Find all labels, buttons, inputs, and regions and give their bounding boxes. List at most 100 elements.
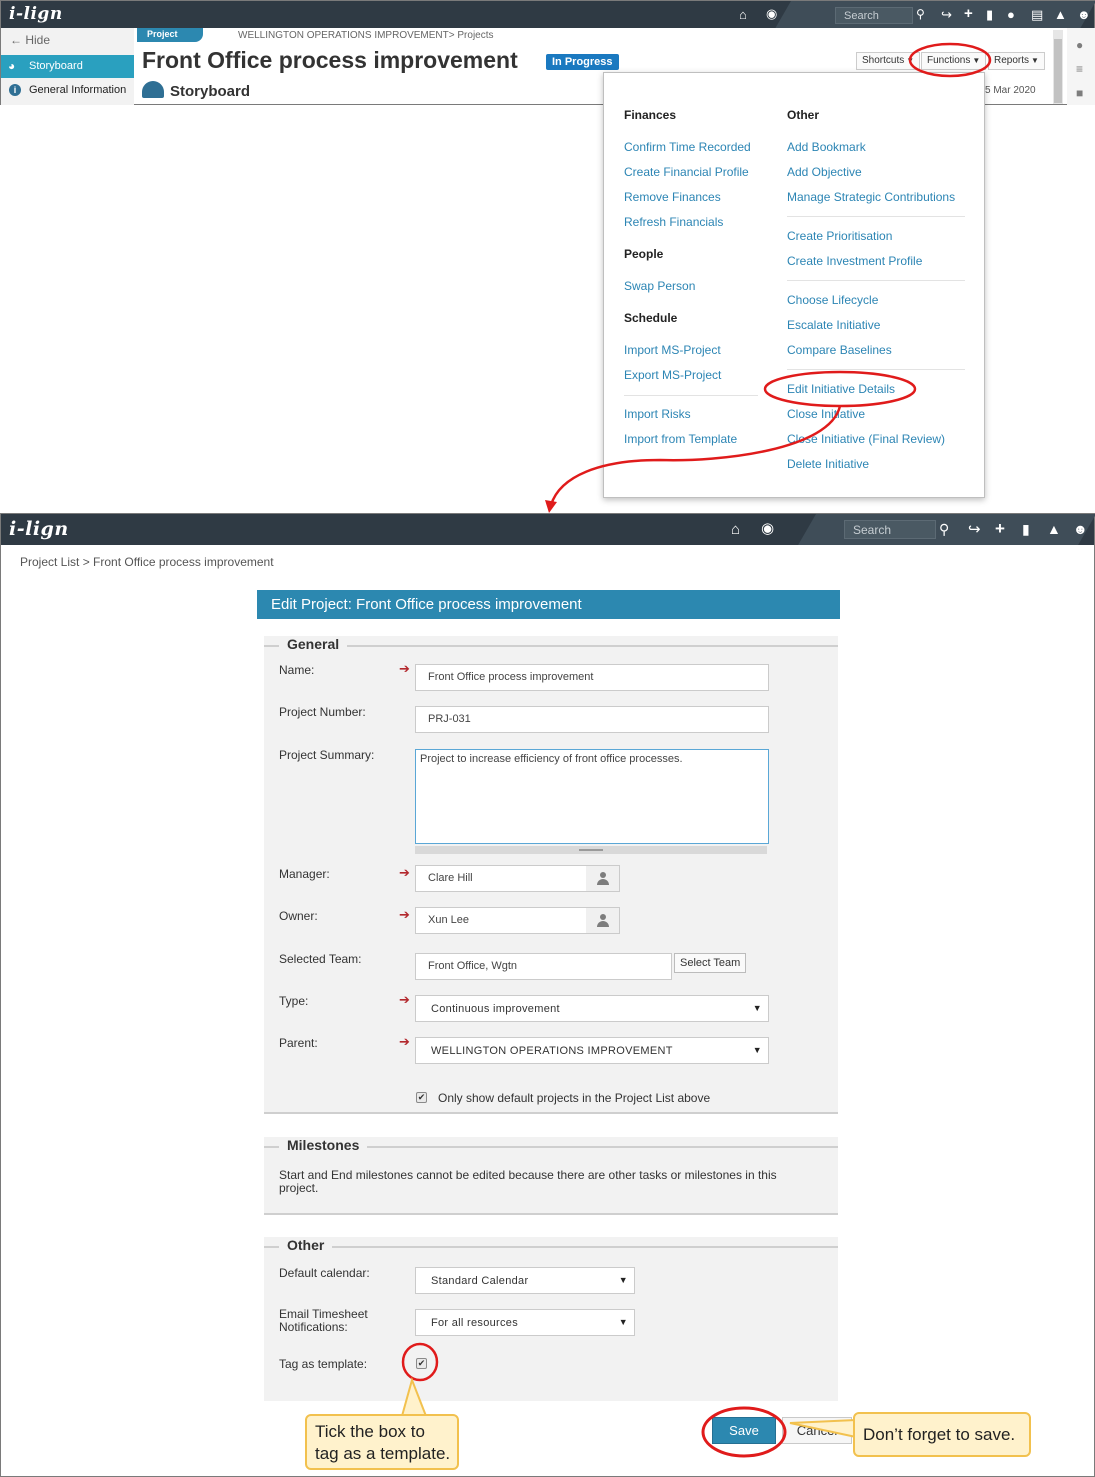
- menu-item-confirm-time-recorded[interactable]: Confirm Time Recorded: [624, 140, 751, 154]
- globe-icon[interactable]: ◉: [761, 521, 774, 536]
- save-button[interactable]: Save: [712, 1417, 776, 1444]
- textarea-resize-handle[interactable]: [415, 846, 767, 854]
- tag-as-template-label: Tag as template:: [279, 1357, 368, 1371]
- scrollbar-thumb[interactable]: [1054, 39, 1062, 103]
- globe-icon[interactable]: ◉: [766, 7, 777, 20]
- default-projects-checkbox[interactable]: ✔: [416, 1092, 427, 1103]
- page-title: Front Office process improvement: [142, 47, 518, 73]
- manager-picker-button[interactable]: [586, 865, 620, 892]
- bell-icon[interactable]: ▲: [1047, 522, 1061, 536]
- select-team-button[interactable]: Select Team: [674, 953, 747, 973]
- sidebar-item-storyboard[interactable]: ◕ Storyboard: [1, 55, 134, 78]
- shortcuts-button[interactable]: Shortcuts ▼: [856, 52, 921, 70]
- add-icon[interactable]: +: [964, 6, 973, 21]
- hide-sidebar-link[interactable]: ← Hide: [10, 33, 50, 47]
- tag-as-template-checkbox[interactable]: ✔: [416, 1358, 427, 1369]
- menu-item-close-initiative-final-review[interactable]: Close Initiative (Final Review): [787, 432, 945, 446]
- bookmark-icon[interactable]: ▮: [1022, 522, 1030, 536]
- owner-picker-button[interactable]: [586, 907, 620, 934]
- menu-divider: [787, 369, 965, 370]
- comment-icon[interactable]: ●: [1076, 38, 1083, 52]
- menu-item-import-ms-project[interactable]: Import MS-Project: [624, 343, 721, 357]
- menu-item-refresh-financials[interactable]: Refresh Financials: [624, 215, 723, 229]
- type-select[interactable]: Continuous improvement ▼: [415, 995, 769, 1022]
- info-icon: i: [9, 84, 21, 96]
- project-number-label: Project Number:: [279, 705, 366, 719]
- default-projects-label: Only show default projects in the Projec…: [438, 1091, 711, 1105]
- flow-arrowhead: [545, 500, 557, 513]
- user-icon[interactable]: ☻: [1073, 522, 1088, 536]
- menu-item-swap-person[interactable]: Swap Person: [624, 279, 695, 293]
- section-general: General Name: ➔ Front Office process imp…: [264, 636, 838, 1114]
- search-icon[interactable]: ⚲: [916, 8, 925, 20]
- default-calendar-select[interactable]: Standard Calendar ▼: [415, 1267, 635, 1294]
- document-icon[interactable]: ▤: [1031, 8, 1043, 21]
- required-arrow-icon: ➔: [399, 992, 410, 1007]
- dashboard-icon: ◕: [8, 59, 16, 73]
- menu-item-create-financial-profile[interactable]: Create Financial Profile: [624, 165, 749, 179]
- menu-item-escalate-initiative[interactable]: Escalate Initiative: [787, 318, 880, 332]
- home-icon[interactable]: ⌂: [731, 522, 740, 537]
- menu-divider: [624, 395, 758, 396]
- manager-field[interactable]: Clare Hill: [415, 865, 587, 892]
- menu-item-edit-initiative-details[interactable]: Edit Initiative Details: [787, 382, 895, 396]
- section-title-general: General: [279, 636, 348, 652]
- menu-item-remove-finances[interactable]: Remove Finances: [624, 190, 721, 204]
- menu-item-add-bookmark[interactable]: Add Bookmark: [787, 140, 866, 154]
- template-callout: Tick the box to tag as a template.: [305, 1414, 459, 1470]
- search-input[interactable]: Search: [835, 7, 913, 24]
- cancel-button[interactable]: Cancel: [782, 1417, 852, 1444]
- required-arrow-icon: ➔: [399, 865, 410, 880]
- lock-icon[interactable]: ■: [1076, 86, 1083, 100]
- required-arrow-icon: ➔: [399, 661, 410, 676]
- name-field[interactable]: Front Office process improvement: [415, 664, 769, 691]
- menu-item-choose-lifecycle[interactable]: Choose Lifecycle: [787, 293, 878, 307]
- menu-item-import-risks[interactable]: Import Risks: [624, 407, 691, 421]
- save-callout: Don’t forget to save.: [853, 1412, 1031, 1457]
- menu-item-create-prioritisation[interactable]: Create Prioritisation: [787, 229, 892, 243]
- menu-item-export-ms-project[interactable]: Export MS-Project: [624, 368, 721, 382]
- parent-label: Parent:: [279, 1036, 318, 1050]
- search-icon[interactable]: ⚲: [939, 522, 949, 536]
- reports-button[interactable]: Reports ▼: [988, 52, 1045, 70]
- bell-icon[interactable]: ▲: [1054, 8, 1067, 21]
- chat-icon[interactable]: ●: [1007, 8, 1015, 21]
- share-icon[interactable]: ↪: [941, 8, 952, 21]
- project-number-field[interactable]: PRJ-031: [415, 706, 769, 733]
- status-badge: In Progress: [546, 54, 619, 70]
- menu-item-close-initiative[interactable]: Close Initiative: [787, 407, 865, 421]
- sidebar-item-general-information[interactable]: i General Information: [1, 82, 134, 102]
- breadcrumb[interactable]: Project List > Front Office process impr…: [20, 555, 274, 569]
- section-title-other: Other: [279, 1237, 333, 1253]
- menu-item-import-from-template[interactable]: Import from Template: [624, 432, 737, 446]
- project-summary-label: Project Summary:: [279, 748, 375, 762]
- functions-button[interactable]: Functions ▼: [921, 52, 987, 70]
- menu-heading-other: Other: [787, 108, 820, 122]
- list-icon[interactable]: ≡: [1076, 62, 1083, 76]
- breadcrumb[interactable]: WELLINGTON OPERATIONS IMPROVEMENT> Proje…: [238, 30, 494, 41]
- top-bar: i-lign ⌂ ◉ Search ⚲ ↪ + ▮ ▲ ☻: [1, 514, 1095, 545]
- search-input[interactable]: Search: [844, 520, 936, 539]
- top-bar: i-lign ⌂ ◉ Search ⚲ ↪ + ▮ ● ▤ ▲ ☻: [1, 1, 1095, 28]
- share-icon[interactable]: ↪: [968, 522, 981, 537]
- parent-select[interactable]: WELLINGTON OPERATIONS IMPROVEMENT ▼: [415, 1037, 769, 1064]
- form-header: Edit Project: Front Office process impro…: [257, 590, 840, 619]
- user-icon[interactable]: ☻: [1077, 8, 1091, 21]
- project-summary-textarea[interactable]: Project to increase efficiency of front …: [415, 749, 769, 844]
- add-icon[interactable]: +: [995, 520, 1005, 537]
- dropdown-arrow-icon: ▼: [752, 1003, 762, 1013]
- section-divider: [264, 645, 838, 647]
- section-title-milestones: Milestones: [279, 1137, 368, 1153]
- email-notifications-select[interactable]: For all resources ▼: [415, 1309, 635, 1336]
- selected-team-field[interactable]: Front Office, Wgtn: [415, 953, 672, 980]
- bookmark-icon[interactable]: ▮: [986, 8, 993, 21]
- menu-item-compare-baselines[interactable]: Compare Baselines: [787, 343, 892, 357]
- menu-item-create-investment-profile[interactable]: Create Investment Profile: [787, 254, 922, 268]
- menu-item-manage-strategic-contributions[interactable]: Manage Strategic Contributions: [787, 190, 955, 204]
- menu-item-add-objective[interactable]: Add Objective: [787, 165, 862, 179]
- menu-divider: [787, 216, 965, 217]
- project-tab[interactable]: Project: [137, 28, 203, 42]
- owner-field[interactable]: Xun Lee: [415, 907, 587, 934]
- home-icon[interactable]: ⌂: [739, 8, 747, 21]
- menu-item-delete-initiative[interactable]: Delete Initiative: [787, 457, 869, 471]
